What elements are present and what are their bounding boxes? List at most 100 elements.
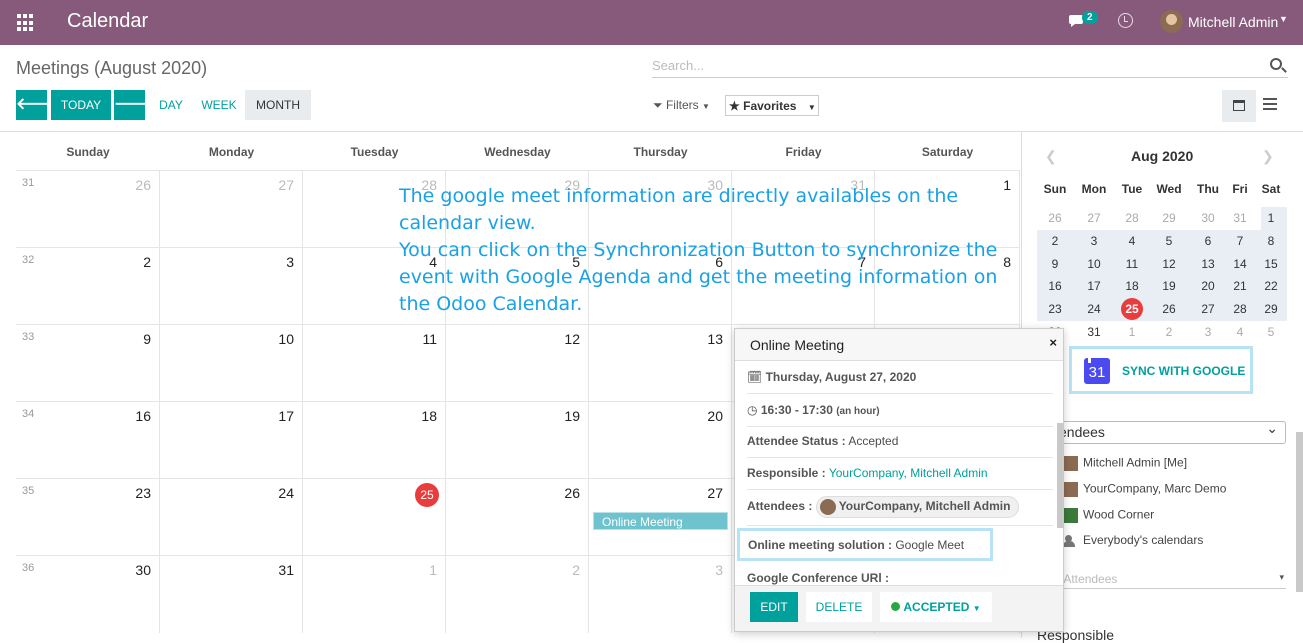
day-cell[interactable]: 31 26 <box>16 171 160 248</box>
day-cell[interactable]: 27 <box>160 171 303 248</box>
mini-day[interactable]: 1 <box>1118 325 1146 339</box>
mini-today[interactable]: 25 <box>1121 298 1143 320</box>
mini-day[interactable]: 29 <box>1257 302 1285 316</box>
edit-button[interactable]: EDIT <box>750 592 798 622</box>
user-avatar[interactable] <box>1160 10 1183 33</box>
app-title[interactable]: Calendar <box>67 10 148 33</box>
mini-day[interactable]: 1 <box>1257 211 1285 225</box>
day-cell[interactable]: 3 <box>589 556 732 633</box>
apps-menu-icon[interactable] <box>17 14 35 32</box>
attendee-filter-item[interactable]: YourCompany, Marc Demo <box>1062 481 1226 498</box>
mini-day[interactable]: 22 <box>1257 279 1285 293</box>
scale-month-button[interactable]: MONTH <box>245 90 311 120</box>
mini-day[interactable]: 16 <box>1041 279 1069 293</box>
day-cell[interactable]: 26 <box>446 479 589 556</box>
day-cell[interactable]: 3 <box>160 248 303 325</box>
day-cell[interactable]: 25 <box>303 479 446 556</box>
mini-day[interactable]: 17 <box>1080 279 1108 293</box>
mini-day[interactable]: 12 <box>1155 257 1183 271</box>
mini-day[interactable]: 26 <box>1155 302 1183 316</box>
filters-dropdown[interactable]: ⏷ Filters ▼ <box>653 98 710 113</box>
attendee-filter-item[interactable]: Mitchell Admin [Me] <box>1062 455 1187 472</box>
day-cell[interactable]: 31 <box>160 556 303 633</box>
scale-day-button[interactable]: DAY <box>152 90 190 120</box>
mini-day[interactable]: 6 <box>1194 234 1222 248</box>
mini-day[interactable]: 5 <box>1257 325 1285 339</box>
mini-day[interactable]: 4 <box>1226 325 1254 339</box>
mini-day[interactable]: 18 <box>1118 279 1146 293</box>
close-icon[interactable]: × <box>1049 335 1057 350</box>
scale-week-button[interactable]: WEEK <box>196 90 242 120</box>
event-online-meeting[interactable]: Online Meeting <box>593 512 728 530</box>
prev-button[interactable]: 🡐 <box>16 90 59 120</box>
day-cell[interactable]: 32 2 <box>16 248 160 325</box>
attendee-filter-item[interactable]: Everybody's calendars <box>1062 533 1203 547</box>
accepted-status-button[interactable]: ACCEPTED ▼ <box>880 592 992 622</box>
mini-day[interactable]: 26 <box>1041 211 1069 225</box>
day-cell[interactable]: 19 <box>446 402 589 479</box>
favorites-dropdown[interactable]: ★ Favorites ▼ <box>725 95 819 116</box>
day-cell[interactable]: 35 23 <box>16 479 160 556</box>
mini-day[interactable]: 2 <box>1155 325 1183 339</box>
mini-day[interactable]: 2 <box>1041 234 1069 248</box>
mini-day[interactable]: 14 <box>1226 257 1254 271</box>
mini-day[interactable]: 30 <box>1194 211 1222 225</box>
mini-day[interactable]: 9 <box>1041 257 1069 271</box>
today-button[interactable]: TODAY <box>51 90 111 120</box>
mini-day[interactable]: 31 <box>1226 211 1254 225</box>
mini-day[interactable]: 28 <box>1226 302 1254 316</box>
day-cell[interactable]: 2 <box>446 556 589 633</box>
list-view-button[interactable] <box>1263 98 1277 110</box>
mini-prev-icon[interactable]: ❮ <box>1045 148 1057 165</box>
mini-day[interactable]: 3 <box>1080 234 1108 248</box>
mini-day[interactable]: 7 <box>1226 234 1254 248</box>
day-cell[interactable]: 24 <box>160 479 303 556</box>
mini-day[interactable]: 10 <box>1080 257 1108 271</box>
mini-day[interactable]: 11 <box>1118 257 1146 271</box>
mini-day[interactable]: 27 <box>1080 211 1108 225</box>
sync-with-google-button[interactable]: 31 SYNC WITH GOOGLE <box>1069 346 1253 394</box>
mini-day[interactable]: 5 <box>1155 234 1183 248</box>
mini-day[interactable]: 15 <box>1257 257 1285 271</box>
day-cell[interactable]: 20 <box>589 402 732 479</box>
day-cell[interactable]: 13 <box>589 325 732 402</box>
attendee-chip[interactable]: YourCompany, Mitchell Admin <box>815 496 1020 518</box>
mini-day[interactable]: 23 <box>1041 302 1069 316</box>
mini-day[interactable]: 29 <box>1155 211 1183 225</box>
day-cell[interactable]: 33 9 <box>16 325 160 402</box>
responsible-link[interactable]: YourCompany, Mitchell Admin <box>829 466 988 480</box>
caret-down-icon[interactable]: ▼ <box>1279 14 1288 24</box>
day-cell[interactable]: 34 16 <box>16 402 160 479</box>
mini-day[interactable]: 24 <box>1080 302 1108 316</box>
day-cell[interactable]: 36 30 <box>16 556 160 633</box>
search-icon[interactable] <box>1270 58 1282 70</box>
mini-next-icon[interactable]: ❯ <box>1262 148 1274 165</box>
mini-day[interactable]: 21 <box>1226 279 1254 293</box>
delete-button[interactable]: DELETE <box>806 592 872 622</box>
sidebar-scrollbar[interactable] <box>1296 432 1303 592</box>
mini-day[interactable]: 27 <box>1194 302 1222 316</box>
calendar-view-button[interactable] <box>1222 90 1256 122</box>
mini-day[interactable]: 13 <box>1194 257 1222 271</box>
mini-day[interactable]: 4 <box>1118 234 1146 248</box>
day-cell[interactable]: 17 <box>160 402 303 479</box>
activity-clock-icon[interactable] <box>1118 13 1133 28</box>
search-input[interactable] <box>652 54 1252 76</box>
attendees-filter-select[interactable]: endees <box>1054 420 1286 444</box>
day-cell[interactable]: 10 <box>160 325 303 402</box>
popover-scrollbar[interactable] <box>1057 423 1064 528</box>
day-cell[interactable]: 1 <box>303 556 446 633</box>
add-attendees-input[interactable]: d Attendees <box>1054 567 1286 589</box>
mini-day[interactable]: 8 <box>1257 234 1285 248</box>
attendee-filter-item[interactable]: Wood Corner <box>1062 507 1154 524</box>
mini-day[interactable]: 19 <box>1155 279 1183 293</box>
day-cell[interactable]: 18 <box>303 402 446 479</box>
day-cell[interactable]: 12 <box>446 325 589 402</box>
mini-day[interactable]: 20 <box>1194 279 1222 293</box>
user-menu-name[interactable]: Mitchell Admin <box>1188 14 1278 30</box>
next-button[interactable]: 🡒 <box>114 90 157 120</box>
day-cell[interactable]: 11 <box>303 325 446 402</box>
mini-day[interactable]: 3 <box>1194 325 1222 339</box>
mini-day[interactable]: 28 <box>1118 211 1146 225</box>
mini-day[interactable]: 31 <box>1080 325 1108 339</box>
